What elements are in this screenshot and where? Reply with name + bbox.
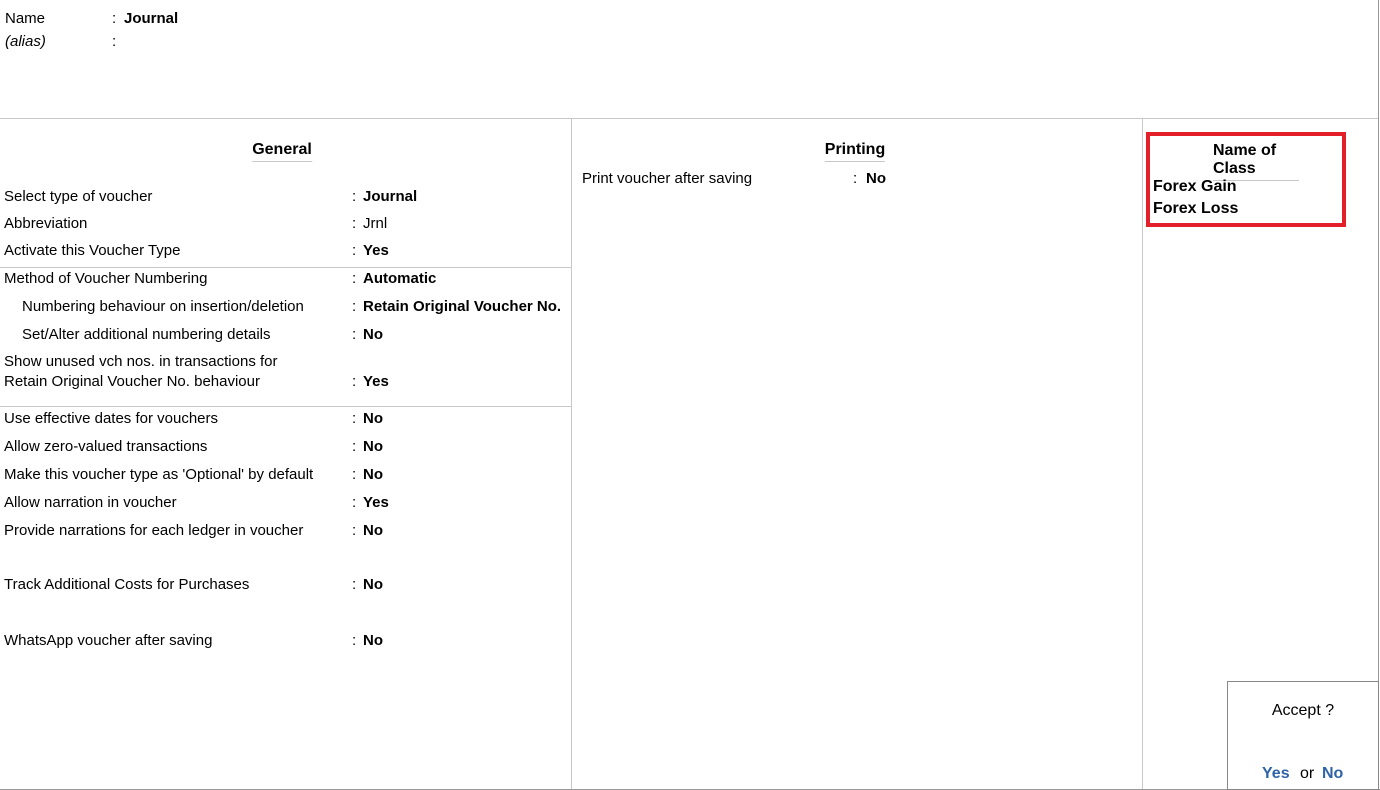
general-row: Abbreviation: Jrnl — [0, 215, 571, 233]
general-row: Track Additional Costs for Purchases: No — [0, 576, 571, 594]
row-label: Retain Original Voucher No. behaviour — [4, 373, 260, 390]
general-row: Set/Alter additional numbering details: N… — [0, 326, 571, 344]
row-value[interactable]: No — [363, 522, 383, 540]
accept-question: Accept ? — [1271, 702, 1335, 719]
row-label: WhatsApp voucher after saving — [4, 632, 213, 649]
no-button[interactable]: No — [1322, 765, 1343, 783]
row-label: Select type of voucher — [4, 188, 153, 205]
row-value[interactable]: Yes — [363, 373, 389, 391]
row-label: Numbering behaviour on insertion/deletio… — [22, 298, 304, 315]
general-row: Numbering behaviour on insertion/deletio… — [0, 298, 571, 316]
general-title: General — [252, 141, 312, 162]
general-row: Show unused vch nos. in transactions for… — [0, 353, 571, 391]
accept-dialog: Accept ? Yes or No — [1227, 681, 1379, 790]
printing-title: Printing — [824, 141, 886, 162]
row-label: Set/Alter additional numbering details — [22, 326, 271, 343]
border — [1378, 0, 1379, 790]
colon: : — [352, 576, 357, 593]
row-label: Make this voucher type as 'Optional' by … — [4, 466, 314, 483]
row-value[interactable]: Jrnl — [363, 215, 387, 233]
colon: : — [352, 215, 357, 232]
row-value[interactable]: No — [363, 326, 383, 344]
general-row: Activate this Voucher Type: Yes — [0, 242, 571, 260]
row-value[interactable]: No — [363, 466, 383, 484]
colon: : — [352, 270, 357, 287]
row-label: Allow narration in voucher — [4, 494, 177, 511]
class-title: Name of Class — [1213, 142, 1299, 181]
general-row: WhatsApp voucher after saving: No — [0, 632, 571, 650]
colon: : — [352, 326, 357, 343]
row-value[interactable]: No — [363, 576, 383, 594]
print-after-saving-label: Print voucher after saving — [582, 170, 753, 187]
print-after-saving-value[interactable]: No — [866, 170, 886, 188]
class-item[interactable]: Forex Loss — [1153, 200, 1238, 218]
general-row: Use effective dates for vouchers: No — [0, 410, 571, 428]
row-label: Method of Voucher Numbering — [4, 270, 208, 287]
general-row: Make this voucher type as 'Optional' by … — [0, 466, 571, 484]
colon: : — [352, 373, 357, 390]
class-highlight-box: Name of Class Forex Gain Forex Loss — [1146, 132, 1346, 227]
divider — [1142, 118, 1143, 790]
colon: : — [352, 298, 357, 315]
colon: : — [352, 242, 357, 259]
colon: : — [112, 10, 117, 27]
or-text: or — [1300, 765, 1315, 782]
row-value[interactable]: Yes — [363, 494, 389, 512]
general-row: Provide narrations for each ledger in vo… — [0, 522, 571, 540]
row-value[interactable]: Retain Original Voucher No. — [363, 298, 561, 316]
row-label: Abbreviation — [4, 215, 88, 232]
general-row: Select type of voucher: Journal — [0, 188, 571, 206]
row-label: Provide narrations for each ledger in vo… — [4, 522, 304, 539]
colon: : — [352, 438, 357, 455]
colon: : — [352, 410, 357, 427]
row-label: Activate this Voucher Type — [4, 242, 181, 259]
row-value[interactable]: Journal — [363, 188, 417, 206]
class-item[interactable]: Forex Gain — [1153, 178, 1237, 196]
divider — [0, 406, 571, 407]
divider — [571, 118, 572, 790]
colon: : — [352, 494, 357, 511]
general-row: Allow zero-valued transactions: No — [0, 438, 571, 456]
row-value[interactable]: No — [363, 632, 383, 650]
alias-label: (alias) — [5, 33, 46, 50]
row-value[interactable]: No — [363, 410, 383, 428]
colon: : — [352, 522, 357, 539]
colon: : — [112, 33, 117, 50]
general-row: Allow narration in voucher: Yes — [0, 494, 571, 512]
name-field[interactable]: Journal — [124, 10, 178, 28]
row-label: Show unused vch nos. in transactions for — [4, 353, 278, 370]
row-label: Use effective dates for vouchers — [4, 410, 218, 427]
divider — [0, 118, 1378, 119]
yes-button[interactable]: Yes — [1262, 765, 1290, 783]
colon: : — [352, 632, 357, 649]
row-label: Allow zero-valued transactions — [4, 438, 208, 455]
general-row: Method of Voucher Numbering: Automatic — [0, 270, 571, 288]
name-label: Name — [5, 10, 46, 27]
row-value[interactable]: No — [363, 438, 383, 456]
colon: : — [352, 466, 357, 483]
colon: : — [352, 188, 357, 205]
row-value[interactable]: Yes — [363, 242, 389, 260]
divider — [0, 267, 571, 268]
row-label: Track Additional Costs for Purchases — [4, 576, 250, 593]
row-value[interactable]: Automatic — [363, 270, 436, 288]
colon: : — [853, 170, 858, 187]
